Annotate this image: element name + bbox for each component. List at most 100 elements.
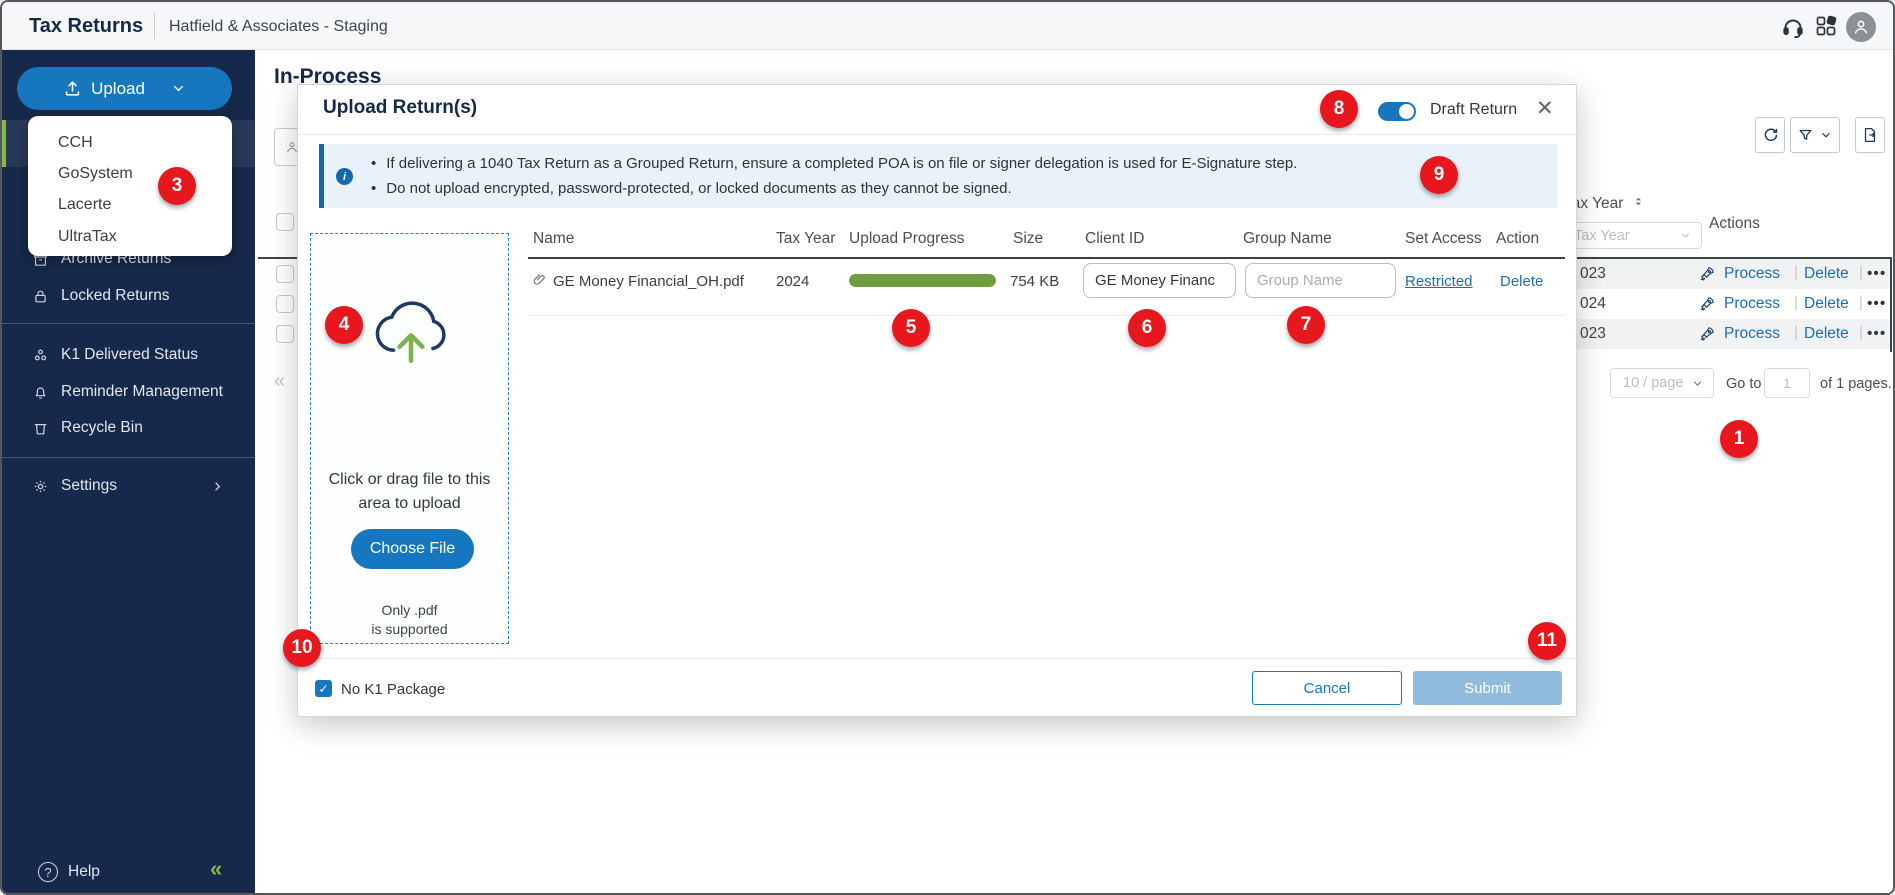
cancel-button[interactable]: Cancel — [1252, 671, 1402, 705]
info-icon: i — [336, 168, 353, 185]
annotation-badge-8: 8 — [1320, 90, 1358, 128]
bg-table-right-border — [1890, 257, 1892, 352]
tax-year-cell: 023 — [1580, 265, 1606, 283]
tax-year-filter-select[interactable]: Tax Year — [1559, 222, 1702, 249]
tax-year-cell: 023 — [1580, 325, 1606, 343]
lock-icon — [32, 288, 49, 305]
draft-return-toggle[interactable] — [1378, 102, 1416, 121]
select-all-checkbox[interactable] — [276, 213, 294, 231]
modal-footer-divider — [298, 658, 1578, 659]
row-checkbox[interactable] — [276, 295, 294, 313]
more-actions-button[interactable]: ••• — [1867, 265, 1886, 283]
headset-support-icon[interactable] — [1780, 14, 1806, 40]
help-icon: ? — [38, 862, 58, 882]
goto-label: Go to — [1726, 376, 1761, 392]
action-divider: | — [1859, 294, 1863, 312]
annotation-badge-11: 11 — [1528, 622, 1566, 660]
table-row: 023 Process | Delete | ••• — [1577, 259, 1890, 289]
upload-button[interactable]: Upload — [17, 67, 232, 110]
refresh-icon — [1761, 126, 1780, 145]
modal-header-divider — [298, 134, 1578, 135]
upload-returns-modal: Upload Return(s) Draft Return ✕ i If del… — [297, 84, 1577, 717]
upload-progress-bar — [849, 274, 996, 287]
sidebar-item-locked-returns[interactable]: Locked Returns — [2, 279, 255, 313]
upload-icon — [63, 79, 82, 98]
sidebar-divider — [2, 323, 255, 324]
process-link[interactable]: Process — [1724, 295, 1780, 313]
set-access-link[interactable]: Restricted — [1405, 273, 1473, 290]
gear-icon — [32, 478, 49, 495]
row-checkbox[interactable] — [276, 325, 294, 343]
upload-menu-item-gosystem[interactable]: GoSystem — [28, 159, 232, 189]
sidebar-selected-accent — [2, 120, 6, 167]
annotation-badge-10: 10 — [283, 629, 321, 667]
col-action: Action — [1496, 230, 1539, 248]
app-window: Tax Returns Hatfield & Associates - Stag… — [0, 0, 1895, 895]
file-delete-link[interactable]: Delete — [1500, 273, 1543, 290]
dropzone-hint-line2: is supported — [311, 621, 508, 637]
sidebar-collapse-icon[interactable]: « — [210, 856, 222, 882]
trash-icon — [32, 420, 49, 437]
rocket-icon — [1699, 265, 1716, 282]
file-dropzone[interactable]: Click or drag file to this area to uploa… — [310, 233, 509, 644]
workspace-name: Hatfield & Associates - Staging — [169, 18, 388, 36]
annotation-badge-9: 9 — [1420, 156, 1458, 194]
info-banner: i If delivering a 1040 Tax Return as a G… — [319, 144, 1557, 208]
submit-button[interactable]: Submit — [1413, 671, 1562, 705]
app-title: Tax Returns — [29, 15, 143, 38]
toggle-knob — [1399, 104, 1414, 119]
more-actions-button[interactable]: ••• — [1867, 295, 1886, 313]
file-tax-year-cell: 2024 — [776, 273, 809, 290]
process-link[interactable]: Process — [1724, 325, 1780, 343]
row-checkbox[interactable] — [276, 265, 294, 283]
dropzone-hint-line1: Only .pdf — [311, 602, 508, 618]
upload-menu-item-ultratax[interactable]: UltraTax — [28, 222, 232, 252]
sidebar-item-k1-delivered-status[interactable]: K1 Delivered Status — [2, 338, 255, 372]
delete-link[interactable]: Delete — [1804, 325, 1849, 343]
col-client-id: Client ID — [1085, 230, 1144, 248]
export-button[interactable] — [1855, 117, 1885, 153]
choose-file-button[interactable]: Choose File — [351, 529, 474, 569]
previous-page-icon[interactable]: « — [274, 370, 285, 393]
sort-icon — [1632, 195, 1645, 208]
delete-link[interactable]: Delete — [1804, 295, 1849, 313]
upload-menu: CCH GoSystem Lacerte UltraTax — [28, 116, 232, 256]
no-k1-label: No K1 Package — [341, 681, 445, 698]
upload-menu-item-lacerte[interactable]: Lacerte — [28, 190, 232, 220]
app-grid-icon[interactable] — [1814, 14, 1840, 40]
cloud-upload-icon — [369, 296, 453, 366]
sidebar-item-label: Recycle Bin — [61, 419, 143, 437]
col-upload-progress: Upload Progress — [849, 230, 964, 248]
filter-button[interactable] — [1790, 117, 1840, 153]
user-avatar[interactable] — [1846, 12, 1876, 42]
action-divider: | — [1794, 294, 1798, 312]
page-number-input[interactable] — [1764, 368, 1810, 398]
info-bullet: Do not upload encrypted, password-protec… — [371, 180, 1012, 197]
client-id-input[interactable] — [1083, 263, 1236, 298]
modal-title: Upload Return(s) — [323, 97, 477, 119]
chevron-down-icon — [1691, 377, 1704, 390]
annotation-badge-3: 3 — [158, 167, 196, 205]
rocket-icon — [1699, 295, 1716, 312]
upload-menu-item-cch[interactable]: CCH — [28, 128, 232, 158]
more-actions-button[interactable]: ••• — [1867, 325, 1886, 343]
rocket-icon — [1699, 325, 1716, 342]
dropzone-text-line1: Click or drag file to this — [311, 471, 508, 489]
sidebar-item-reminder-management[interactable]: Reminder Management — [2, 375, 255, 409]
no-k1-checkbox[interactable]: ✓ — [315, 680, 332, 697]
info-bullet: If delivering a 1040 Tax Return as a Gro… — [371, 155, 1297, 172]
sidebar-divider — [2, 457, 255, 458]
sidebar-item-recycle-bin[interactable]: Recycle Bin — [2, 411, 255, 445]
bell-icon — [32, 384, 49, 401]
close-icon[interactable]: ✕ — [1536, 96, 1554, 121]
annotation-badge-1: 1 — [1720, 420, 1758, 458]
delete-link[interactable]: Delete — [1804, 265, 1849, 283]
process-link[interactable]: Process — [1724, 265, 1780, 283]
page-size-select[interactable]: 10 / page — [1610, 368, 1714, 398]
chevron-down-icon — [1819, 128, 1833, 142]
chevron-down-icon — [1679, 229, 1692, 242]
group-name-input[interactable] — [1245, 263, 1396, 298]
refresh-button[interactable] — [1755, 117, 1785, 153]
sidebar-item-settings[interactable]: Settings — [2, 469, 255, 503]
action-divider: | — [1794, 324, 1798, 342]
